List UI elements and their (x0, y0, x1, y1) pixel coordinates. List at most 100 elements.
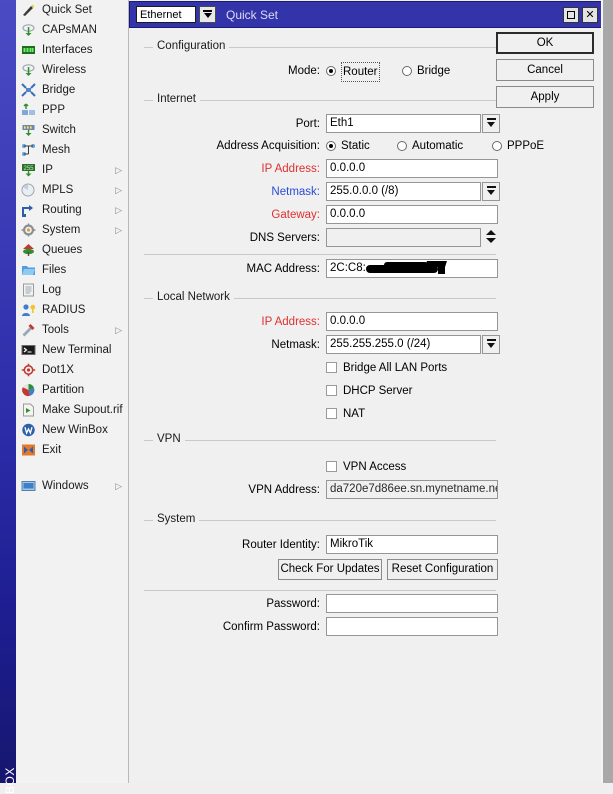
sidebar-item-make-supout-rif[interactable]: Make Supout.rif (16, 400, 128, 420)
winbox-strip-label: BOX (3, 767, 17, 794)
sidebar-item-partition[interactable]: Partition (16, 380, 128, 400)
winbox-icon (21, 423, 36, 437)
sidebar-item-quick-set[interactable]: Quick Set (16, 0, 128, 20)
sidebar-item-label: New Terminal (42, 344, 112, 356)
antenna-icon (21, 63, 36, 77)
bridge-all-lan-ports-label: Bridge All LAN Ports (343, 362, 448, 374)
internet-ip-input[interactable]: 0.0.0.0 (326, 159, 498, 178)
port-dropdown-icon[interactable] (482, 114, 500, 133)
sidebar-item-radius[interactable]: RADIUS (16, 300, 128, 320)
sidebar-item-switch[interactable]: Switch (16, 120, 128, 140)
mode-radio-router[interactable] (326, 66, 336, 76)
sidebar-item-bridge[interactable]: Bridge (16, 80, 128, 100)
mode-radio-bridge-label[interactable]: Bridge (417, 61, 450, 81)
sidebar-item-new-terminal[interactable]: New Terminal (16, 340, 128, 360)
sidebar-item-files[interactable]: Files (16, 260, 128, 280)
maximize-icon[interactable] (563, 6, 579, 23)
interface-select-dropdown-icon[interactable] (199, 6, 216, 23)
wand-icon (21, 3, 36, 17)
dhcp-server-row[interactable]: DHCP Server (326, 381, 526, 401)
mesh-icon (21, 143, 36, 157)
sidebar-item-label: Switch (42, 124, 76, 136)
mac-address-redaction-mark (365, 260, 450, 275)
sidebar-item-system[interactable]: System ▷ (16, 220, 128, 240)
lan-netmask-input[interactable]: 255.255.255.0 (/24) (326, 335, 481, 354)
port-input[interactable]: Eth1 (326, 114, 481, 133)
system-group-title: System (153, 513, 200, 525)
router-identity-input[interactable]: MikroTik (326, 535, 498, 554)
reset-configuration-button[interactable]: Reset Configuration (387, 559, 498, 580)
bridge-icon (21, 83, 36, 97)
internet-netmask-row: Netmask: (160, 182, 320, 202)
sidebar-item-wireless[interactable]: Wireless (16, 60, 128, 80)
sidebar-item-windows[interactable]: Windows ▷ (16, 476, 128, 496)
lan-ip-input[interactable]: 0.0.0.0 (326, 312, 498, 331)
cancel-button[interactable]: Cancel (496, 59, 594, 81)
lan-ip-label: IP Address: (261, 316, 320, 328)
lan-netmask-row: Netmask: (160, 335, 320, 355)
check-for-updates-button[interactable]: Check For Updates (278, 559, 382, 580)
vpn-access-row[interactable]: VPN Access (326, 457, 526, 477)
sidebar-item-tools[interactable]: Tools ▷ (16, 320, 128, 340)
internet-netmask-input[interactable]: 255.0.0.0 (/8) (326, 182, 481, 201)
dhcp-server-checkbox[interactable] (326, 385, 337, 396)
dns-servers-spinner-icon[interactable] (484, 228, 498, 247)
mode-radio-bridge[interactable] (402, 66, 412, 76)
acq-radio-static[interactable] (326, 141, 336, 151)
gateway-input[interactable]: 0.0.0.0 (326, 205, 498, 224)
bridge-all-lan-ports-checkbox[interactable] (326, 362, 337, 373)
mode-radio-router-label[interactable]: Router (341, 62, 380, 82)
sidebar-item-mpls[interactable]: MPLS ▷ (16, 180, 128, 200)
sidebar-item-routing[interactable]: Routing ▷ (16, 200, 128, 220)
apply-button[interactable]: Apply (496, 86, 594, 108)
vpn-access-checkbox[interactable] (326, 461, 337, 472)
sidebar-item-dot1x[interactable]: Dot1X (16, 360, 128, 380)
sidebar-item-label: Log (42, 284, 62, 296)
password-input[interactable] (326, 594, 498, 613)
mac-address-input[interactable]: 2C:C8: (326, 259, 498, 278)
gateway-label: Gateway: (271, 209, 320, 221)
close-icon[interactable]: ✕ (582, 6, 598, 23)
nat-checkbox[interactable] (326, 408, 337, 419)
mac-address-value: 2C:C8: (330, 262, 366, 274)
window-titlebar: Ethernet Quick Set ✕ (129, 1, 603, 28)
sidebar-item-label: Routing (42, 204, 82, 216)
sidebar-item-exit[interactable]: Exit (16, 440, 128, 460)
sidebar-item-label: RADIUS (42, 304, 86, 316)
sidebar-item-new-winbox[interactable]: New WinBox (16, 420, 128, 440)
configuration-group: Configuration (144, 40, 496, 54)
internet-divider (144, 254, 496, 255)
vpn-group-title: VPN (153, 433, 185, 445)
acq-radio-automatic-label[interactable]: Automatic (412, 136, 463, 156)
acq-radio-static-label[interactable]: Static (341, 136, 370, 156)
interface-select[interactable]: Ethernet (136, 6, 196, 23)
quick-set-form: OK Cancel Apply Configuration Mode: Rout… (130, 28, 602, 779)
internet-ip-row: IP Address: (160, 159, 320, 179)
acq-radio-automatic[interactable] (397, 141, 407, 151)
ok-button[interactable]: OK (496, 32, 594, 54)
local-network-group-title: Local Network (153, 291, 234, 303)
sidebar-item-interfaces[interactable]: Interfaces (16, 40, 128, 60)
sidebar-item-capsman[interactable]: CAPsMAN (16, 20, 128, 40)
dns-servers-input[interactable] (326, 228, 481, 247)
vpn-address-input[interactable]: da720e7d86ee.sn.mynetname.net (326, 480, 498, 499)
log-icon (21, 283, 36, 297)
sidebar-item-mesh[interactable]: Mesh (16, 140, 128, 160)
chevron-right-icon: ▷ (115, 165, 122, 175)
acq-radio-pppoe-label[interactable]: PPPoE (507, 136, 544, 156)
lan-netmask-dropdown-icon[interactable] (482, 335, 500, 354)
sidebar-item-log[interactable]: Log (16, 280, 128, 300)
confirm-password-input[interactable] (326, 617, 498, 636)
address-acquisition-radio-group: Static Automatic PPPoE (326, 136, 576, 156)
system-group: System (144, 513, 496, 527)
sidebar-item-queues[interactable]: Queues (16, 240, 128, 260)
sidebar-item-ip[interactable]: 255 IP ▷ (16, 160, 128, 180)
bridge-all-lan-ports-row[interactable]: Bridge All LAN Ports (326, 358, 526, 378)
sidebar-item-label: IP (42, 164, 53, 176)
sidebar-item-ppp[interactable]: PPP (16, 100, 128, 120)
switch-icon (21, 123, 36, 137)
nat-row[interactable]: NAT (326, 404, 526, 424)
acq-radio-pppoe[interactable] (492, 141, 502, 151)
internet-netmask-dropdown-icon[interactable] (482, 182, 500, 201)
sidebar-menu: Quick Set CAPsMAN Interfaces Wireless Bridge… (16, 0, 129, 783)
